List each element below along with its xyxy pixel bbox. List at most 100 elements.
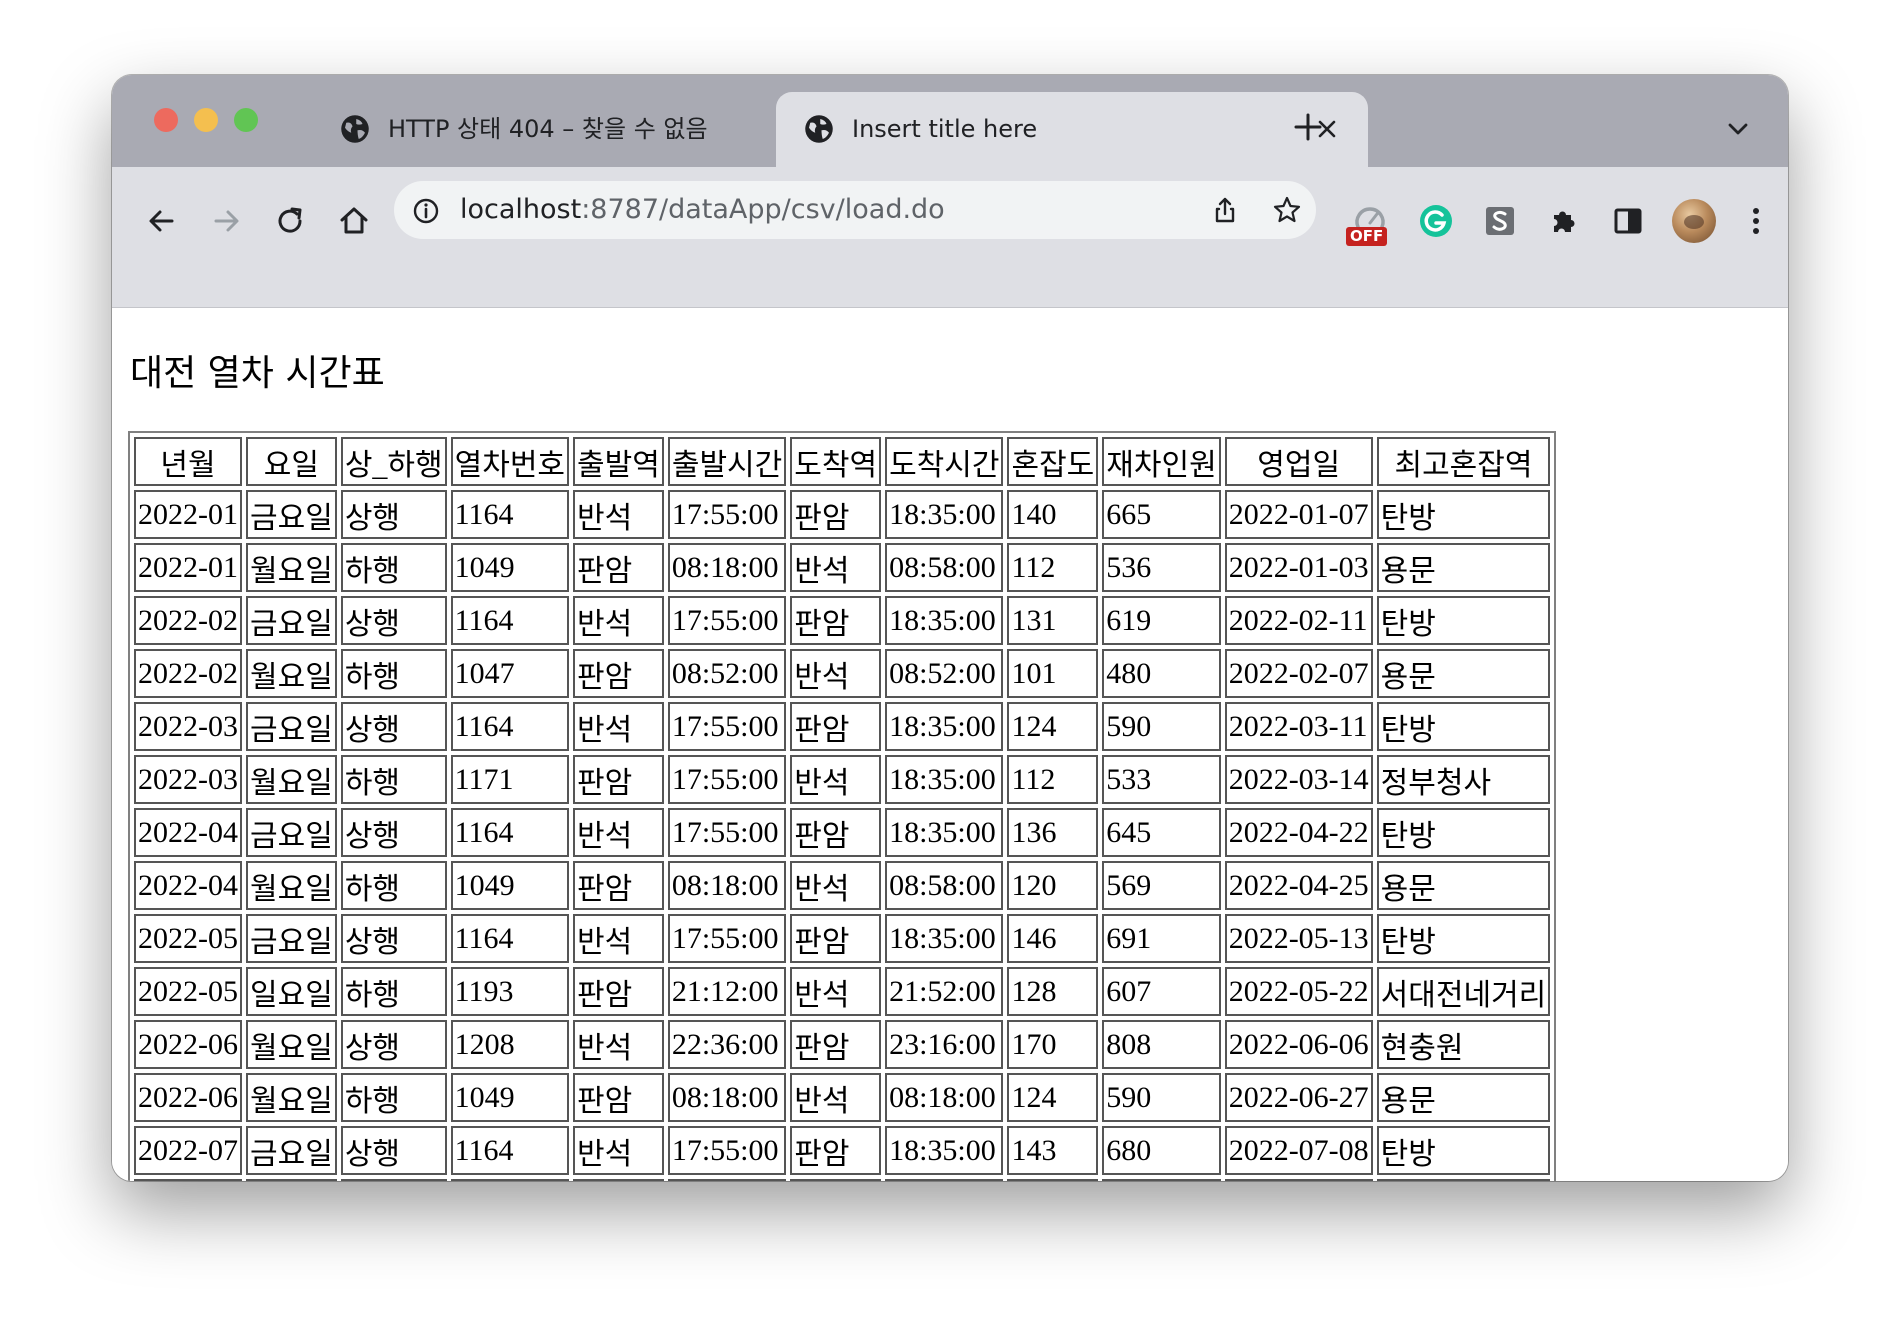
table-cell: 1193: [450, 967, 570, 1016]
close-window-button[interactable]: [154, 108, 178, 132]
table-cell: 17:55:00: [667, 755, 787, 804]
table-cell: 1164: [450, 702, 570, 751]
table-cell: 판암: [573, 1073, 664, 1122]
table-cell: 143: [1007, 1126, 1099, 1175]
column-header: 재차인원: [1102, 437, 1221, 486]
column-header: 도착역: [790, 437, 882, 486]
url-text[interactable]: localhost:8787/dataApp/csv/load.do: [460, 181, 945, 239]
table-cell: 2022-06-06: [1224, 1020, 1373, 1069]
table-row: 2022-03 금요일 상행 1164 반석 17:55:00 판암 18:35:00 124 5…: [134, 702, 1551, 751]
table-cell: 금요일: [246, 914, 337, 963]
minimize-window-button[interactable]: [194, 108, 218, 132]
kebab-menu-icon[interactable]: [1736, 201, 1776, 241]
column-header: 상_하행: [340, 437, 447, 486]
table-cell: 2022-07: [134, 1179, 242, 1181]
reload-icon[interactable]: [270, 201, 310, 241]
profile-avatar[interactable]: [1672, 199, 1716, 243]
table-cell: 136: [1007, 808, 1099, 857]
table-cell: 하행: [340, 1179, 447, 1181]
table-cell: 480: [1102, 649, 1221, 698]
table-cell: 08:58:00: [885, 543, 1004, 592]
table-cell: 101: [1007, 649, 1099, 698]
column-header: 영업일: [1224, 437, 1373, 486]
speed-extension-button[interactable]: OFF: [1346, 201, 1390, 246]
table-cell: 판암: [790, 1126, 882, 1175]
table-cell: 반석: [790, 543, 882, 592]
table-cell: 서대전네거리: [1376, 967, 1551, 1016]
table-cell: 일요일: [246, 967, 337, 1016]
table-cell: 2022-06: [134, 1073, 242, 1122]
column-header: 도착시간: [885, 437, 1004, 486]
site-info-icon[interactable]: [412, 197, 440, 225]
table-cell: 2022-07-11: [1224, 1179, 1373, 1181]
table-cell: 08:18:00: [667, 543, 787, 592]
table-cell: 536: [1102, 543, 1221, 592]
table-cell: 112: [1007, 755, 1099, 804]
table-body: 2022-01 금요일 상행 1164 반석 17:55:00 판암 18:35:00 140 6…: [134, 490, 1551, 1181]
table-cell: 2022-03-14: [1224, 755, 1373, 804]
new-tab-icon[interactable]: [1288, 107, 1328, 147]
table-cell: 619: [1102, 596, 1221, 645]
table-cell: 탄방: [1376, 808, 1551, 857]
table-cell: 금요일: [246, 596, 337, 645]
table-cell: 탄방: [1376, 596, 1551, 645]
table-cell: 2022-04: [134, 861, 242, 910]
bookmark-star-icon[interactable]: [1272, 195, 1302, 225]
table-row: 2022-04 월요일 하행 1049 판암 08:18:00 반석 08:58:00 120 5…: [134, 861, 1551, 910]
address-bar[interactable]: localhost:8787/dataApp/csv/load.do: [394, 181, 1316, 239]
chevron-down-icon[interactable]: [1724, 115, 1752, 143]
table-cell: 2022-04-25: [1224, 861, 1373, 910]
tab-insert-title[interactable]: Insert title here: [776, 92, 1368, 167]
table-cell: 17:55:00: [667, 914, 787, 963]
table-cell: 반석: [790, 755, 882, 804]
table-cell: 2022-05-13: [1224, 914, 1373, 963]
side-panel-icon[interactable]: [1608, 201, 1648, 241]
table-cell: 18:35:00: [885, 490, 1004, 539]
home-icon[interactable]: [334, 201, 374, 241]
table-cell: 판암: [573, 1179, 664, 1181]
table-cell: 140: [1007, 490, 1099, 539]
table-cell: 반석: [573, 808, 664, 857]
table-cell: 판암: [573, 861, 664, 910]
puzzle-icon[interactable]: [1544, 201, 1584, 241]
forward-icon[interactable]: [206, 201, 246, 241]
globe-icon: [341, 115, 369, 143]
table-cell: 2022-01: [134, 543, 242, 592]
table-cell: 상행: [340, 1126, 447, 1175]
table-cell: 1164: [450, 596, 570, 645]
table-row: 2022-02 금요일 상행 1164 반석 17:55:00 판암 18:35:00 131 6…: [134, 596, 1551, 645]
tab-strip: HTTP 상태 404 – 찾을 수 없음 Insert title here: [112, 75, 1788, 167]
table-cell: 판암: [790, 702, 882, 751]
table-cell: 533: [1102, 755, 1221, 804]
zoom-window-button[interactable]: [234, 108, 258, 132]
s-extension-icon[interactable]: [1480, 201, 1520, 241]
table-cell: 탄방: [1376, 914, 1551, 963]
table-cell: 124: [1007, 702, 1099, 751]
table-cell: 하행: [340, 1073, 447, 1122]
table-cell: 18:35:00: [885, 914, 1004, 963]
table-header-row: 년월 요일 상_하행 열차번호 출발역 출발시간 도착역 도착시간 혼잡도 재차인원 영업일 최고혼잡…: [134, 437, 1551, 486]
table-cell: 691: [1102, 914, 1221, 963]
table-cell: 탄방: [1376, 1126, 1551, 1175]
table-cell: 금요일: [246, 702, 337, 751]
table-row: 2022-03 월요일 하행 1171 판암 17:55:00 반석 18:35:00 112 5…: [134, 755, 1551, 804]
table-cell: 상행: [340, 596, 447, 645]
back-icon[interactable]: [142, 201, 182, 241]
table-cell: 판암: [790, 596, 882, 645]
table-cell: 17:55:00: [667, 702, 787, 751]
table-cell: 상행: [340, 702, 447, 751]
table-cell: 22:36:00: [667, 1020, 787, 1069]
grammarly-icon[interactable]: [1416, 201, 1456, 241]
table-cell: 18:35:00: [885, 808, 1004, 857]
table-cell: 08:18:00: [667, 861, 787, 910]
table-cell: 08:12:00: [667, 1179, 787, 1181]
share-icon[interactable]: [1210, 195, 1240, 225]
table-cell: 607: [1102, 967, 1221, 1016]
table-row: 2022-01 금요일 상행 1164 반석 17:55:00 판암 18:35:00 140 6…: [134, 490, 1551, 539]
table-cell: 2022-03: [134, 702, 242, 751]
table-cell: 1208: [450, 1020, 570, 1069]
table-cell: 판암: [573, 755, 664, 804]
tab-title: Insert title here: [852, 115, 1038, 143]
table-cell: 18:35:00: [885, 702, 1004, 751]
table-cell: 반석: [790, 649, 882, 698]
